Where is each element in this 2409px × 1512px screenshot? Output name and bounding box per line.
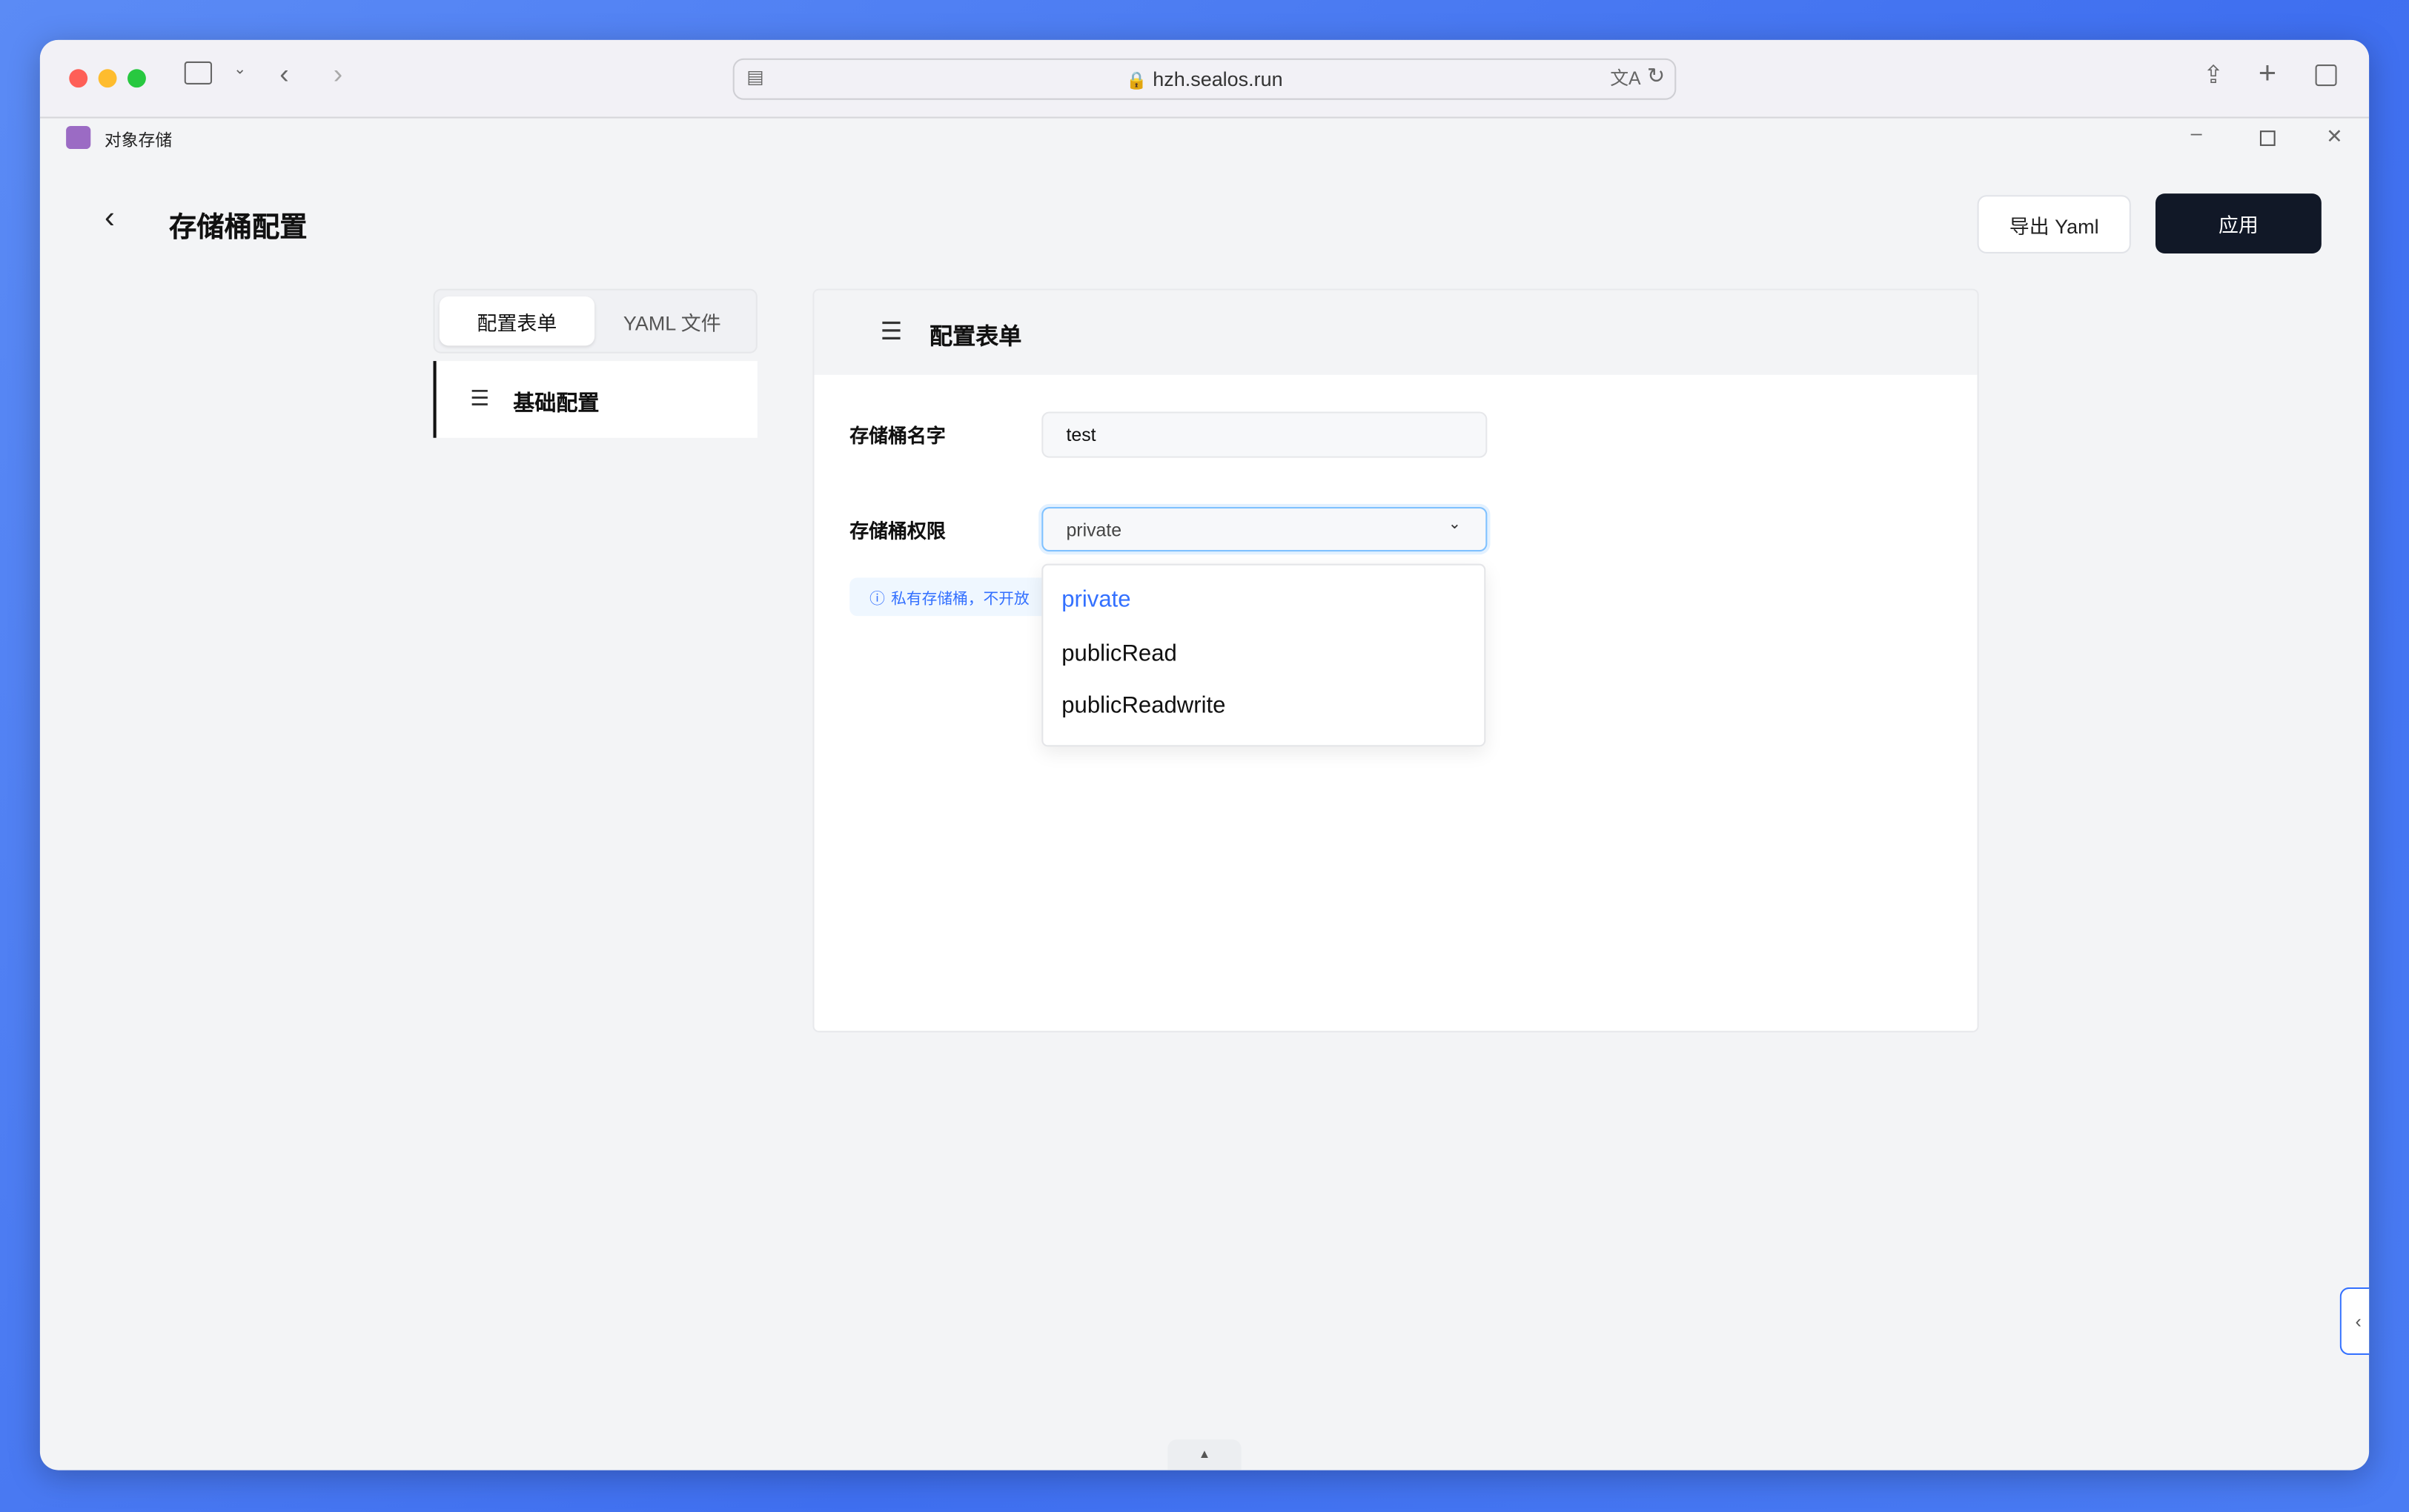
url-text: hzh.sealos.run (1153, 67, 1283, 91)
tab-yaml[interactable]: YAML 文件 (594, 296, 749, 345)
back-button[interactable]: ‹ (105, 202, 115, 237)
new-tab-icon[interactable]: + (2259, 57, 2276, 93)
list-icon: ☰ (470, 385, 490, 411)
restore-icon[interactable] (2259, 130, 2276, 146)
reload-icon[interactable]: ↻ (1647, 63, 1665, 89)
sidebar-item-basic[interactable]: ☰ 基础配置 (433, 361, 758, 438)
tab-form[interactable]: 配置表单 (439, 296, 595, 346)
sidebar-item-label: 基础配置 (513, 390, 600, 415)
chevron-down-icon: ⌄ (1448, 516, 1462, 534)
tab-bar: 配置表单 YAML 文件 (433, 288, 758, 354)
zoom-window-button[interactable] (127, 69, 146, 88)
config-form-card: ☰ 配置表单 存储桶名字 test 存储桶权限 private ⌄ ⓘ 私有存储桶… (812, 288, 1979, 1032)
browser-toolbar: ⌄ ‹ › ▤ 🔒 hzh.sealos.run 文A ↻ ⇪ + (39, 39, 2370, 119)
lock-icon: 🔒 (1126, 72, 1147, 91)
sidebar-icon[interactable] (184, 61, 213, 84)
apply-button[interactable]: 应用 (2155, 193, 2322, 253)
form-icon: ☰ (880, 319, 903, 346)
minimize-window-button[interactable] (98, 69, 117, 88)
bucket-permission-select[interactable]: private ⌄ (1041, 506, 1488, 552)
expand-up-button[interactable]: ▲ (1167, 1439, 1242, 1470)
address-bar[interactable]: ▤ 🔒 hzh.sealos.run 文A ↻ (732, 58, 1677, 100)
translate-icon[interactable]: 文A (1610, 64, 1640, 90)
minimize-icon[interactable]: – (2191, 122, 2202, 145)
selected-value: private (1066, 518, 1122, 540)
close-window-button[interactable] (69, 69, 88, 88)
option-publicread[interactable]: publicRead (1061, 640, 1177, 666)
app-title: 对象存储 (104, 132, 173, 151)
option-publicreadwrite[interactable]: publicReadwrite (1061, 693, 1225, 719)
option-private[interactable]: private (1061, 587, 1130, 613)
browser-window: ⌄ ‹ › ▤ 🔒 hzh.sealos.run 文A ↻ ⇪ + 对象存储 –… (39, 39, 2370, 1470)
tabs-overview-icon[interactable] (2315, 64, 2337, 87)
back-icon[interactable]: ‹ (279, 59, 288, 91)
info-icon: ⓘ (869, 591, 885, 609)
forward-icon[interactable]: › (334, 59, 342, 91)
app-title-bar: 对象存储 – ✕ (40, 119, 2369, 159)
chevron-down-icon[interactable]: ⌄ (233, 62, 246, 79)
page-title: 存储桶配置 (168, 212, 308, 243)
card-title: 配置表单 (929, 324, 1022, 351)
bucket-name-label: 存储桶名字 (849, 425, 946, 448)
card-header: ☰ 配置表单 (814, 290, 1978, 375)
share-icon[interactable]: ⇪ (2203, 60, 2224, 90)
collapse-panel-button[interactable]: ‹ (2339, 1287, 2370, 1356)
storage-icon (66, 125, 91, 150)
bucket-name-input[interactable]: test (1041, 411, 1488, 458)
close-icon[interactable]: ✕ (2326, 125, 2343, 149)
export-yaml-button[interactable]: 导出 Yaml (1977, 195, 2131, 253)
permission-dropdown: private publicRead publicReadwrite (1041, 563, 1486, 747)
bucket-permission-label: 存储桶权限 (849, 520, 946, 543)
